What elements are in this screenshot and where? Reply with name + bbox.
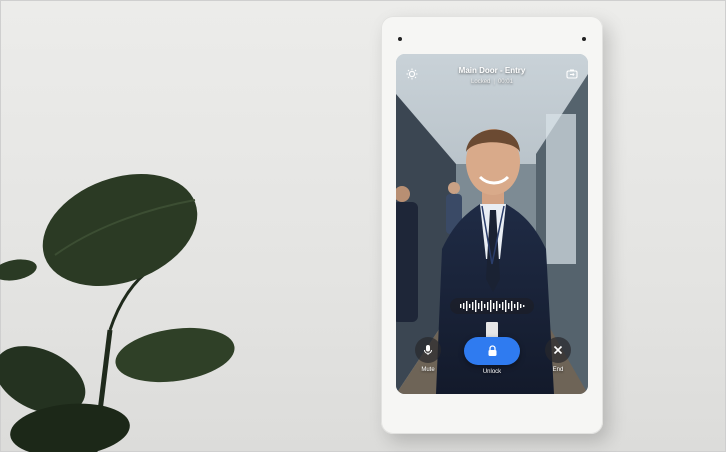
mute-control: Mute [415,337,441,373]
end-label: End [552,367,564,373]
unlock-label: Unlock [482,369,502,375]
camera-switch-icon[interactable] [566,68,578,80]
close-icon [553,345,563,355]
call-header: Main Door - Entry Locked | 00:01 [396,54,588,94]
audio-waveform [450,298,534,314]
end-control: End [545,337,571,373]
sensor-dot-right [582,37,586,41]
unlock-control: Unlock [464,337,520,375]
video-call-screen: Main Door - Entry Locked | 00:01 Mute Un… [396,54,588,394]
call-timer: 00:01 [497,79,513,85]
lock-state: Locked [471,79,491,85]
plant-decoration [0,173,235,452]
intercom-device: Main Door - Entry Locked | 00:01 Mute Un… [381,16,603,434]
mute-button[interactable] [415,337,441,363]
mute-label: Mute [421,367,435,373]
sensor-dot-left [398,37,402,41]
unlock-button[interactable] [464,337,520,365]
call-status: Locked | 00:01 [396,79,588,85]
microphone-icon [424,345,432,355]
status-separator: | [493,79,495,85]
end-call-button[interactable] [545,337,571,363]
lock-icon [488,345,496,356]
door-title: Main Door - Entry [458,66,526,75]
